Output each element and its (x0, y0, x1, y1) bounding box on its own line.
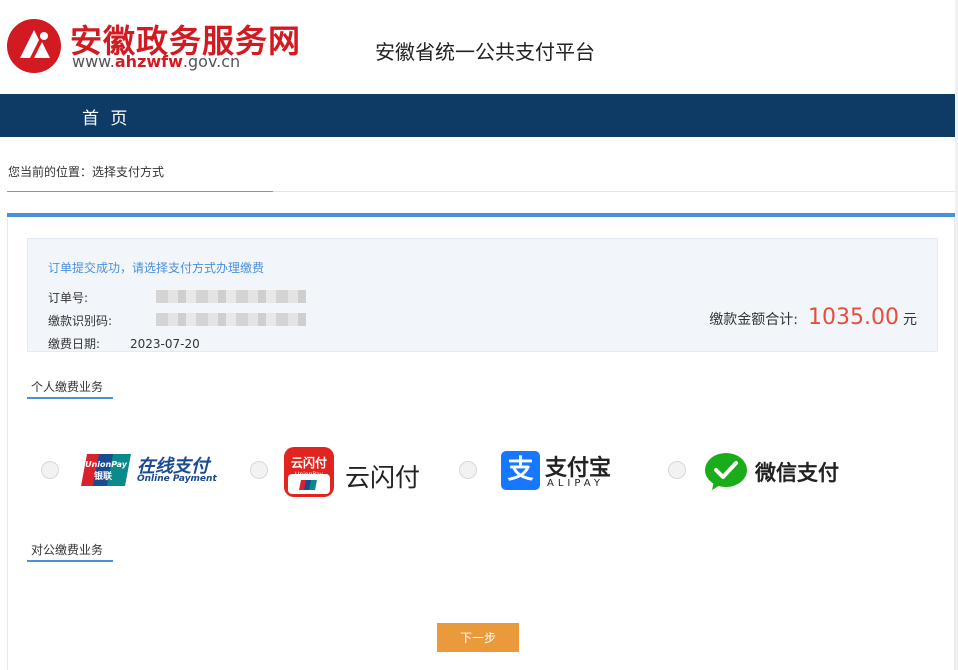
total-amount-block: 缴款金额合计: 1035.00 元 (709, 305, 917, 330)
payment-date-row: 缴费日期: 2023-07-20 (48, 335, 200, 352)
radio-alipay[interactable] (459, 461, 477, 479)
breadcrumb-underline (7, 191, 273, 192)
payment-code-row: 缴款识别码: (48, 312, 306, 329)
quickpass-option[interactable]: 云闪付 UnionPay 云闪付 (283, 446, 428, 498)
site-header: 安徽政务服务网 www.ahzwfw.gov.cn 安徽省统一公共支付平台 (0, 0, 958, 94)
payment-date-value: 2023-07-20 (130, 337, 200, 351)
order-number-row: 订单号: (48, 289, 306, 306)
unionpay-online-option[interactable]: UnionPay 银联 在线支付 Online Payment (81, 452, 217, 488)
unionpay-icon: UnionPay 银联 (81, 454, 131, 486)
unionpay-badge-top: UnionPay (85, 460, 128, 469)
alipay-icon: 支 (501, 451, 540, 490)
unionpay-badge-bottom: 银联 (94, 470, 113, 482)
total-unit: 元 (903, 312, 917, 328)
next-step-button[interactable]: 下一步 (437, 623, 519, 652)
site-logo-icon[interactable] (6, 18, 62, 74)
wechat-pay-label: 微信支付 (755, 461, 839, 485)
payment-code-redacted (156, 313, 306, 326)
radio-wechat-pay[interactable] (668, 461, 686, 479)
corporate-section-title: 对公缴费业务 (31, 543, 104, 557)
quickpass-icon: 云闪付 UnionPay (284, 447, 334, 497)
quickpass-badge-sub: UnionPay (295, 471, 323, 478)
url-suffix: .gov.cn (182, 52, 241, 71)
order-success-message: 订单提交成功，请选择支付方式办理缴费 (48, 261, 265, 275)
total-label: 缴款金额合计: (709, 312, 799, 328)
wechat-pay-icon (705, 453, 747, 490)
main-nav: 首 页 (0, 94, 955, 137)
total-amount: 1035.00 (808, 305, 899, 330)
order-number-redacted (156, 290, 306, 303)
alipay-en-label: ALIPAY (547, 478, 604, 489)
personal-section-title: 个人缴费业务 (31, 380, 104, 394)
site-url: www.ahzwfw.gov.cn (72, 52, 240, 71)
radio-quickpass[interactable] (250, 461, 268, 479)
unionpay-online-en: Online Payment (137, 474, 217, 484)
payment-code-label: 缴款识别码: (48, 314, 113, 328)
quickpass-badge: 云闪付 (291, 455, 327, 470)
url-prefix: www. (72, 52, 115, 71)
nav-home-link[interactable]: 首 页 (82, 104, 130, 129)
alipay-option[interactable]: 支 支付宝 ALIPAY (501, 451, 616, 491)
quickpass-label: 云闪付 (345, 463, 421, 492)
breadcrumb: 您当前的位置：选择支付方式 (8, 165, 165, 179)
personal-section-underline (27, 397, 113, 399)
platform-title: 安徽省统一公共支付平台 (375, 40, 595, 64)
wechat-pay-option[interactable]: 微信支付 (704, 451, 844, 491)
order-summary: 订单提交成功，请选择支付方式办理缴费 订单号: 缴款识别码: 缴费日期: 2023… (27, 238, 938, 352)
url-brand: ahzwfw (114, 52, 183, 71)
payment-date-label: 缴费日期: (48, 337, 101, 351)
radio-unionpay-online[interactable] (41, 461, 59, 479)
corporate-section-underline (27, 560, 113, 562)
divider (273, 191, 955, 192)
order-number-label: 订单号: (48, 291, 89, 305)
